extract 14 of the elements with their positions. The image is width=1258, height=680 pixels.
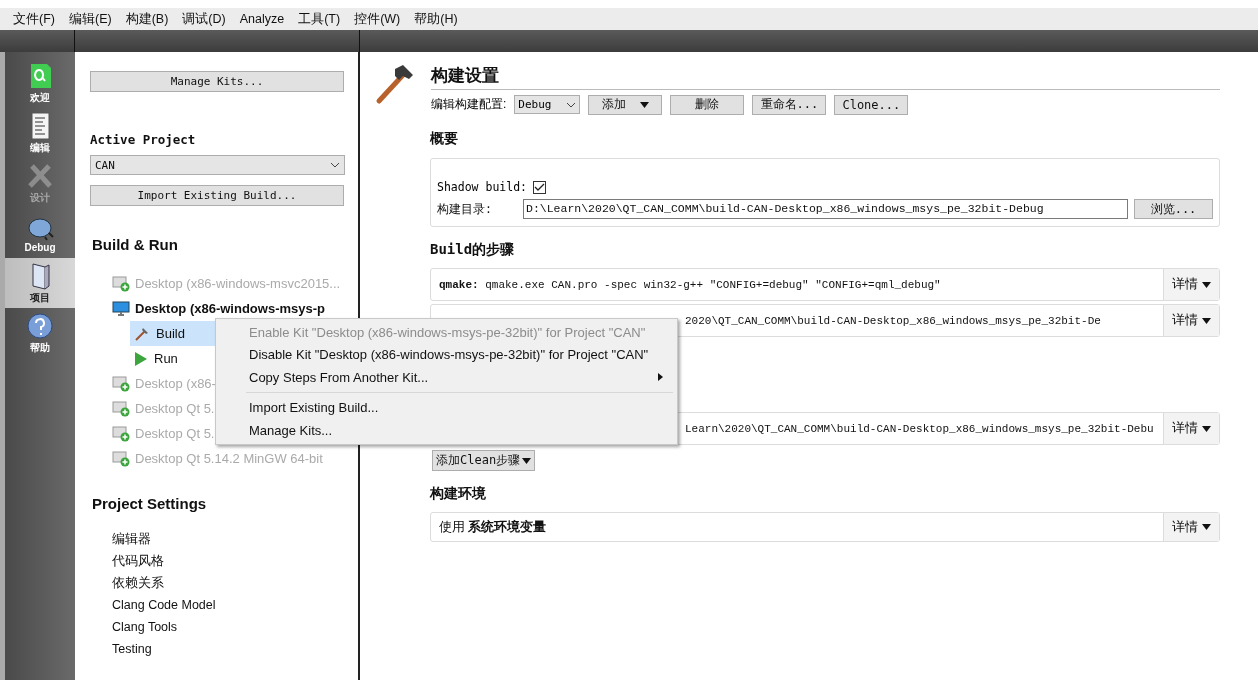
section-heading: 概要 <box>430 130 459 148</box>
step-command: Learn\2020\QT_CAN_COMM\build-CAN-Desktop_x86_windows_msys_pe_32bit-Debu <box>685 422 1154 435</box>
shadow-build-label: Shadow build: <box>437 180 527 194</box>
section-heading: 构建环境 <box>430 485 487 503</box>
active-project-label: Active Project <box>90 132 197 147</box>
section-heading: Project Settings <box>91 495 208 512</box>
page-title: 构建设置 <box>431 63 1220 90</box>
section-heading: Build & Run <box>91 236 179 253</box>
section-heading: Build的步骤 <box>430 241 516 259</box>
build-dir-label: 构建目录: <box>437 201 493 217</box>
step-command: 2020\QT_CAN_COMM\build-CAN-Desktop_x86_windows_msys_pe_32bit-De <box>685 314 1101 327</box>
config-label: 编辑构建配置: <box>431 96 507 113</box>
environment-text: 使用 系统环境变量 <box>439 518 547 536</box>
step-command: qmake: qmake.exe CAN.pro -spec win32-g++ "CONFIG+=debug" "CONFIG+=qml_debug" <box>439 278 941 291</box>
